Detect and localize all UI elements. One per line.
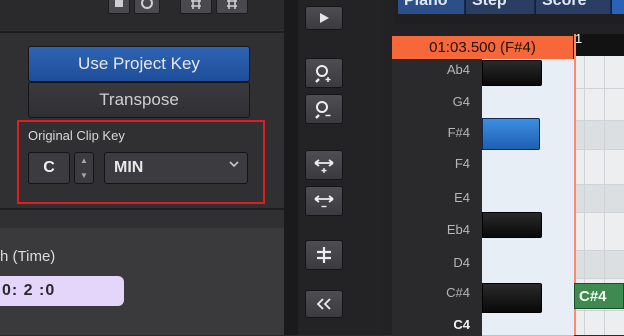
key-label: E4 — [454, 190, 470, 205]
clip-scale-select[interactable]: MIN — [104, 152, 248, 184]
piano-key-black[interactable] — [482, 212, 542, 238]
sharp-icon[interactable] — [180, 0, 212, 14]
piano-key-selected[interactable] — [482, 118, 540, 150]
tab-score[interactable]: Score — [536, 0, 611, 14]
key-label: Ab4 — [446, 62, 470, 77]
chevron-down-icon — [229, 159, 239, 171]
snap-icon[interactable] — [305, 240, 343, 270]
original-clip-key-label: Original Clip Key — [28, 128, 125, 143]
midi-note[interactable]: C#4 — [574, 283, 624, 309]
time-label: h (Time) — [0, 248, 56, 265]
key-label: F#4 — [447, 125, 470, 140]
tab-piano[interactable]: Piano — [398, 0, 465, 14]
expand-horizontal-icon[interactable] — [305, 150, 343, 180]
divider — [0, 31, 284, 33]
play-icon[interactable] — [305, 6, 343, 30]
key-label: Eb4 — [446, 222, 470, 237]
clip-scale-value: MIN — [114, 159, 144, 176]
stop-icon[interactable] — [108, 0, 130, 14]
key-label: F4 — [454, 156, 470, 171]
key-label: C4 — [453, 317, 470, 332]
stepper-down-icon[interactable]: ▼ — [75, 168, 93, 183]
shrink-horizontal-icon[interactable] — [305, 186, 343, 216]
clip-key-stepper[interactable]: ▲ ▼ — [74, 152, 94, 184]
tab-overflow[interactable] — [612, 0, 624, 14]
ruler-bar-number: 1 — [575, 31, 583, 46]
key-label: G4 — [452, 94, 470, 109]
loop-icon[interactable] — [134, 0, 160, 14]
stepper-up-icon[interactable]: ▲ — [75, 153, 93, 168]
divider — [0, 208, 284, 210]
clip-key-field[interactable]: C — [28, 152, 70, 184]
key-label: D4 — [453, 255, 470, 270]
tab-step[interactable]: Step — [466, 0, 535, 14]
flat-icon[interactable] — [216, 0, 248, 14]
use-project-key-button[interactable]: Use Project Key — [28, 46, 250, 82]
piano-key-black[interactable] — [482, 283, 542, 313]
position-readout: 01:03.500 (F#4) — [392, 36, 573, 59]
piano-key-black[interactable] — [482, 60, 542, 86]
key-label: C#4 — [446, 285, 470, 300]
zoom-in-icon[interactable] — [305, 58, 343, 88]
time-value-field[interactable]: 0: 2 :0 — [0, 276, 124, 306]
zoom-out-icon[interactable] — [305, 94, 343, 124]
collapse-left-icon[interactable] — [305, 290, 343, 318]
keyboard-label-column: Ab4 G4 F#4 F4 E4 Eb4 D4 C#4 C4 — [392, 59, 482, 335]
transpose-button[interactable]: Transpose — [28, 82, 250, 118]
